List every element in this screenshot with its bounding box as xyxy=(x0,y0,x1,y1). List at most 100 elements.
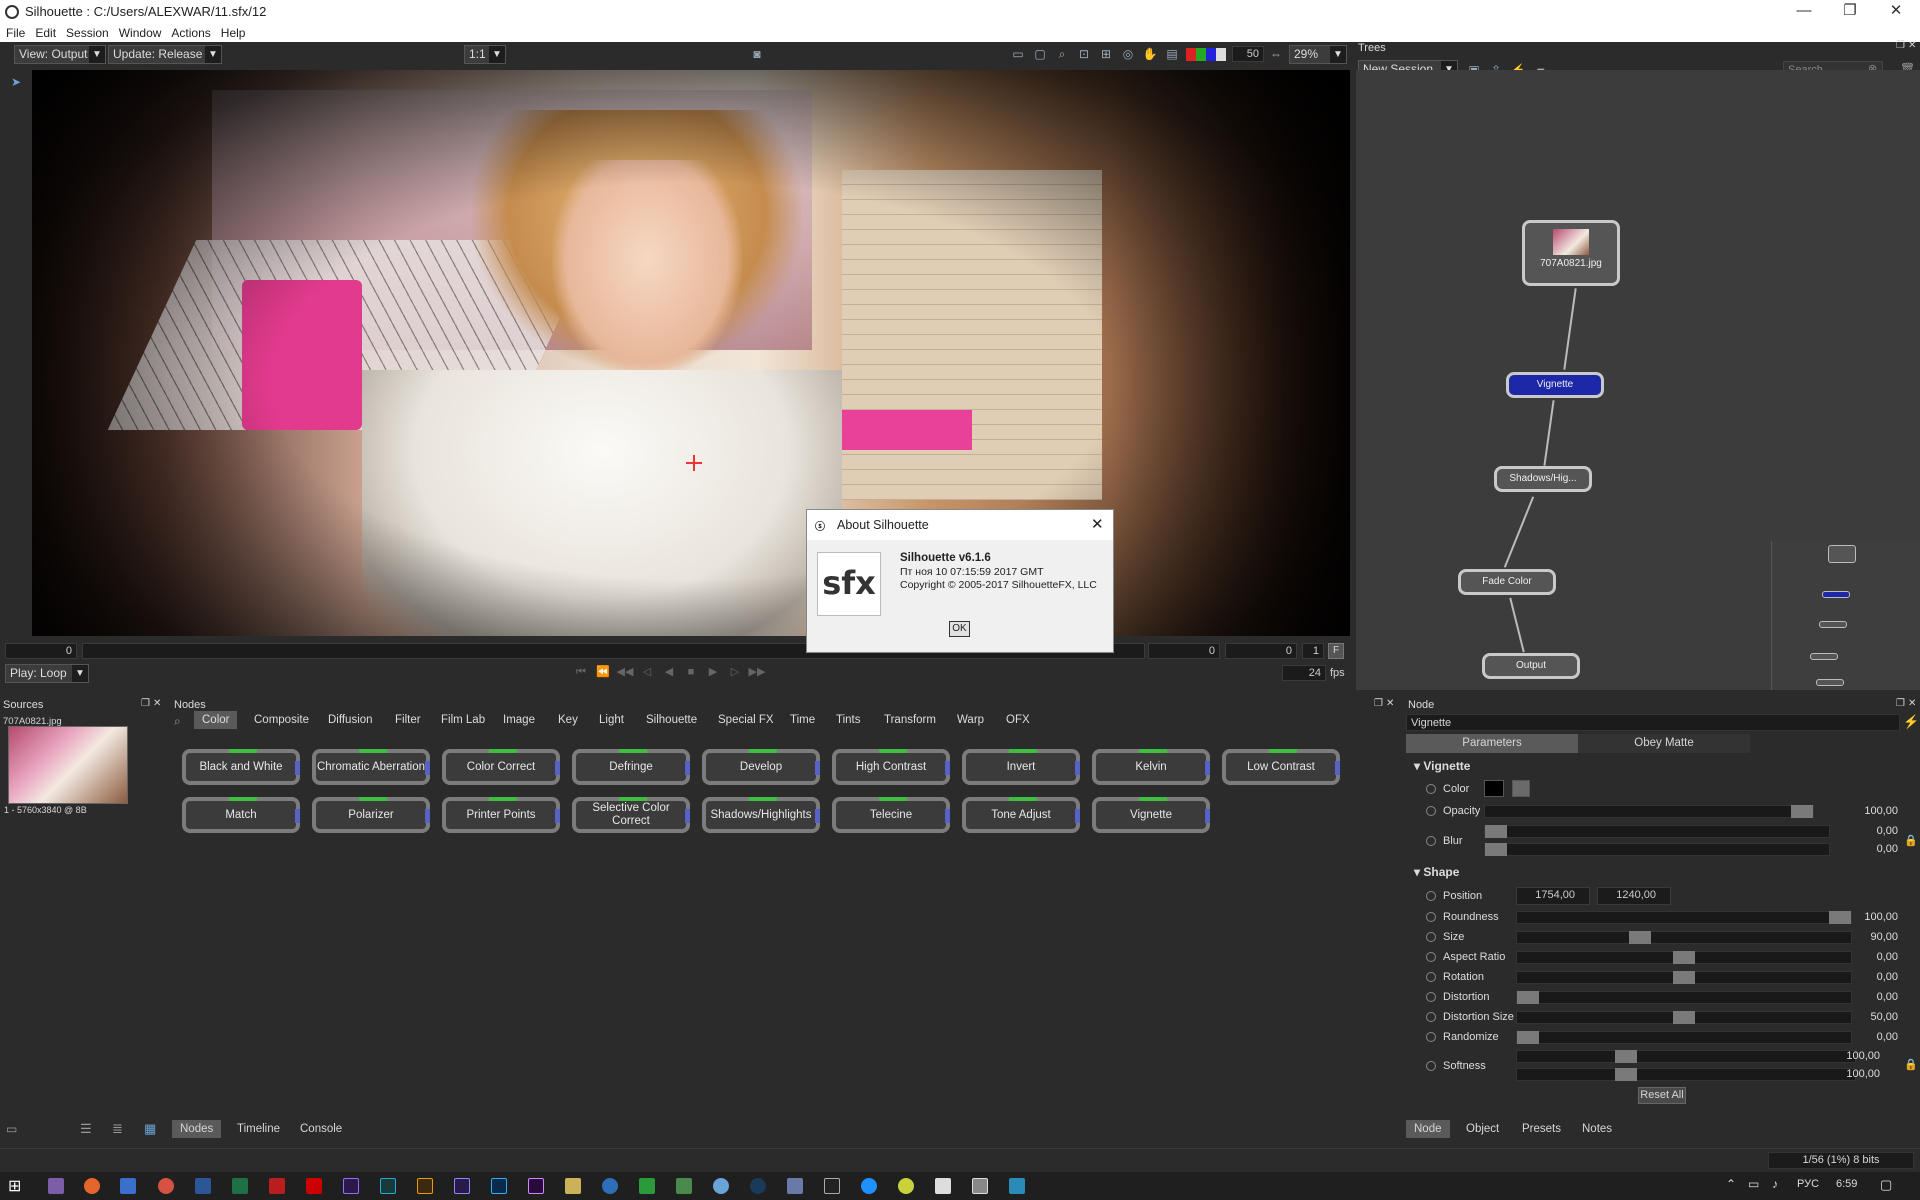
frame-flag-button[interactable]: F xyxy=(1328,643,1344,659)
menu-edit[interactable]: Edit xyxy=(35,26,56,40)
node-invert[interactable]: Invert xyxy=(962,749,1080,785)
go-start-icon[interactable]: ⏮ xyxy=(570,664,592,680)
position-x-field[interactable]: 1754,00 xyxy=(1516,887,1590,905)
clock-icon[interactable] xyxy=(1426,972,1436,982)
menu-window[interactable]: Window xyxy=(119,26,162,40)
crop-icon[interactable]: ⊞ xyxy=(1098,46,1114,62)
camera-icon[interactable]: ◙ xyxy=(749,46,765,62)
tab-parameters[interactable]: Parameters xyxy=(1406,734,1578,753)
fps-field[interactable]: 24 xyxy=(1282,665,1326,681)
opacity-slider[interactable] xyxy=(1484,805,1814,818)
app-firefox-icon[interactable] xyxy=(84,1178,100,1194)
node-black-and-white[interactable]: Black and White xyxy=(182,749,300,785)
slider-knob[interactable] xyxy=(1615,1050,1637,1063)
lock-icon[interactable]: 🔒 xyxy=(1904,834,1918,847)
clock-icon[interactable] xyxy=(1426,932,1436,942)
clock-icon[interactable] xyxy=(1426,1012,1436,1022)
app-clock-icon[interactable] xyxy=(898,1178,914,1194)
node-polarizer[interactable]: Polarizer xyxy=(312,797,430,833)
reset-all-button[interactable]: Reset All xyxy=(1638,1087,1686,1104)
frame-step-field[interactable]: 1 xyxy=(1302,643,1324,659)
param-value[interactable]: 0,00 xyxy=(1818,1031,1898,1043)
clock-icon[interactable] xyxy=(1426,952,1436,962)
channel-icon[interactable] xyxy=(1186,48,1226,61)
update-select[interactable]: Update: Release ▼ xyxy=(108,45,222,64)
app-bridge-icon[interactable] xyxy=(417,1178,433,1194)
app-encoder-icon[interactable] xyxy=(454,1178,470,1194)
panel-float-icon[interactable]: ❐ xyxy=(141,698,150,709)
category-color[interactable]: Color xyxy=(194,711,238,729)
frame-current-field[interactable]: 0 xyxy=(1225,643,1297,659)
color-swatch[interactable] xyxy=(1484,780,1504,797)
node-kelvin[interactable]: Kelvin xyxy=(1092,749,1210,785)
play-reverse-icon[interactable]: ◀ xyxy=(658,664,680,680)
play-mode-select[interactable]: Play: Loop ▼ xyxy=(5,664,89,683)
param-slider[interactable] xyxy=(1516,971,1852,984)
category-film-lab[interactable]: Film Lab xyxy=(441,714,485,726)
play-icon[interactable]: ▶ xyxy=(702,664,724,680)
panel-close-icon[interactable]: ✕ xyxy=(1386,698,1394,709)
category-composite[interactable]: Composite xyxy=(254,714,309,726)
param-slider[interactable] xyxy=(1516,1011,1852,1024)
panel-float-icon[interactable]: ❐ xyxy=(1374,698,1383,709)
slider-knob[interactable] xyxy=(1485,825,1507,838)
list-view-icon[interactable]: ☰ xyxy=(80,1121,92,1137)
category-silhouette[interactable]: Silhouette xyxy=(646,714,697,726)
param-slider[interactable] xyxy=(1516,931,1852,944)
clock-icon[interactable] xyxy=(1426,1032,1436,1042)
app-ie-icon[interactable] xyxy=(861,1178,877,1194)
node-shadows-highlights[interactable]: Shadows/Highlights xyxy=(702,797,820,833)
category-filter[interactable]: Filter xyxy=(395,714,421,726)
app-window-icon[interactable] xyxy=(935,1178,951,1194)
node-name-field[interactable]: Vignette xyxy=(1406,714,1900,731)
param-slider[interactable] xyxy=(1516,951,1852,964)
tree-node-output[interactable]: Output xyxy=(1482,653,1580,679)
detail-view-icon[interactable]: ≣ xyxy=(112,1121,123,1137)
menu-actions[interactable]: Actions xyxy=(171,26,210,40)
opacity-value[interactable]: 100,00 xyxy=(1818,805,1898,817)
windows-start-icon[interactable]: ⊞ xyxy=(8,1176,21,1196)
app-photoshop-icon[interactable] xyxy=(491,1178,507,1194)
app-save-icon[interactable] xyxy=(120,1178,136,1194)
param-slider[interactable] xyxy=(1516,1031,1852,1044)
tab-object[interactable]: Object xyxy=(1466,1123,1499,1135)
category-warp[interactable]: Warp xyxy=(957,714,984,726)
target-icon[interactable]: ◎ xyxy=(1120,46,1136,62)
restore-icon[interactable]: ❐ xyxy=(1827,0,1873,23)
node-defringe[interactable]: Defringe xyxy=(572,749,690,785)
grid-view-icon[interactable]: ▦ xyxy=(144,1121,156,1137)
node-color-correct[interactable]: Color Correct xyxy=(442,749,560,785)
clock-icon[interactable] xyxy=(1426,891,1436,901)
search-icon[interactable]: ⌕ xyxy=(174,714,181,729)
slider-knob[interactable] xyxy=(1673,951,1695,964)
slider-knob[interactable] xyxy=(1673,1011,1695,1024)
app-file-icon[interactable] xyxy=(787,1178,803,1194)
tray-language[interactable]: РУС xyxy=(1797,1178,1819,1190)
blur-x-slider[interactable] xyxy=(1484,825,1830,838)
blur-y-slider[interactable] xyxy=(1484,843,1830,856)
app-access-icon[interactable] xyxy=(269,1178,285,1194)
softness-outer-value[interactable]: 100,00 xyxy=(1800,1068,1880,1080)
app-premiere-icon[interactable] xyxy=(528,1178,544,1194)
panel-float-icon[interactable]: ❐ xyxy=(1896,40,1905,51)
param-value[interactable]: 50,00 xyxy=(1818,1011,1898,1023)
lightning-icon[interactable]: ⚡ xyxy=(1903,714,1919,730)
panel-float-icon[interactable]: ❐ xyxy=(1896,698,1905,709)
param-value[interactable]: 90,00 xyxy=(1818,931,1898,943)
ratio-select[interactable]: 1:1 ▼ xyxy=(464,45,506,64)
zoom-icon[interactable]: ⌕ xyxy=(1054,46,1070,62)
app-notes-icon[interactable] xyxy=(565,1178,581,1194)
slider-knob[interactable] xyxy=(1485,843,1507,856)
app-other-icon[interactable] xyxy=(1009,1178,1025,1194)
app-globe-icon[interactable] xyxy=(602,1178,618,1194)
dialog-ok-button[interactable]: OK xyxy=(949,621,970,637)
category-time[interactable]: Time xyxy=(790,714,815,726)
menu-file[interactable]: File xyxy=(6,26,25,40)
tree-node-shadows[interactable]: Shadows/Hig... xyxy=(1494,466,1592,492)
param-slider[interactable] xyxy=(1516,991,1852,1004)
clock-icon[interactable] xyxy=(1426,1061,1436,1071)
monitor-icon[interactable]: ▭ xyxy=(1010,46,1026,62)
app-word-icon[interactable] xyxy=(195,1178,211,1194)
param-slider[interactable] xyxy=(1516,911,1852,924)
tray-volume-icon[interactable]: ♪ xyxy=(1772,1177,1778,1191)
